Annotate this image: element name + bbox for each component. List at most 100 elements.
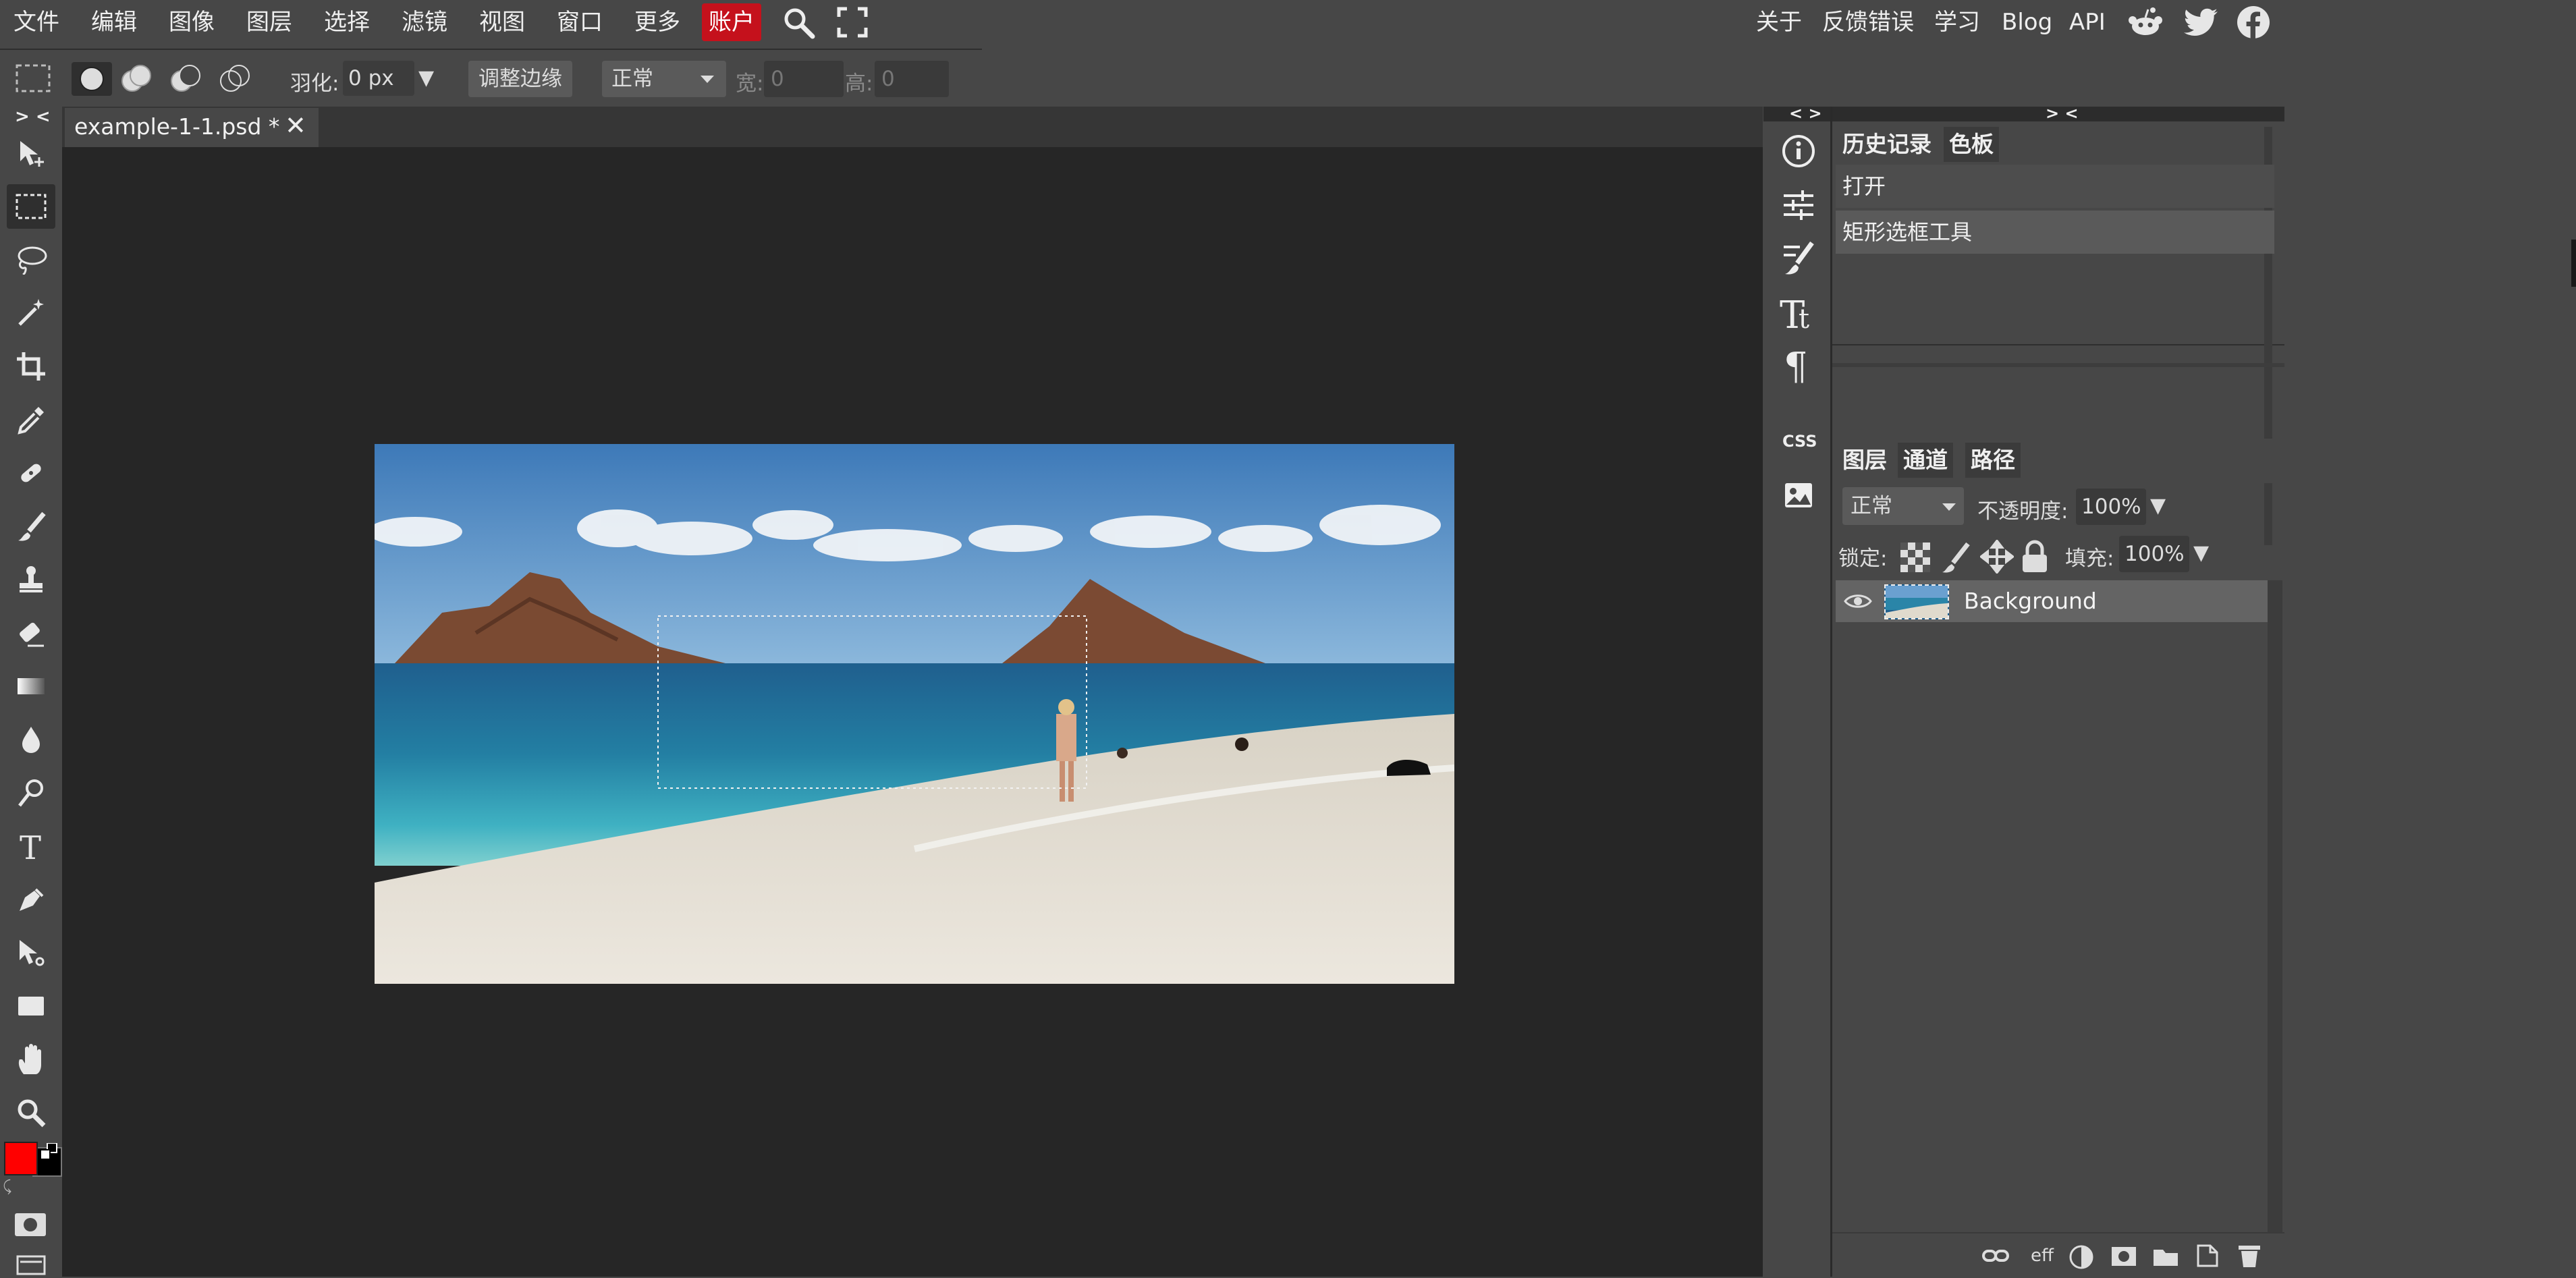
feather-dropdown-icon[interactable]: ▼ <box>418 66 434 90</box>
toolbar-collapse-toggle[interactable]: > < <box>15 107 51 127</box>
adjustments-icon[interactable] <box>1781 188 1816 223</box>
dock-collapse-toggle[interactable]: < > <box>1789 104 1822 123</box>
brush-tool-button[interactable] <box>7 504 55 549</box>
menu-blog[interactable]: Blog <box>2002 0 2052 45</box>
document-canvas-image[interactable] <box>375 444 1454 984</box>
menu-select[interactable]: 选择 <box>324 0 370 45</box>
twitter-icon[interactable] <box>2184 8 2219 36</box>
search-icon[interactable] <box>782 5 817 39</box>
menu-view[interactable]: 视图 <box>479 0 525 45</box>
move-tool-button[interactable] <box>7 131 55 175</box>
menu-about[interactable]: 关于 <box>1756 0 1802 45</box>
height-input[interactable]: 0 <box>875 61 949 97</box>
new-group-icon[interactable] <box>2152 1246 2179 1267</box>
blur-tool-button[interactable] <box>7 717 55 762</box>
tab-swatches[interactable]: 色板 <box>1944 127 1999 162</box>
healing-tool-button[interactable] <box>7 451 55 495</box>
type-tool-button[interactable]: T <box>7 824 55 868</box>
layer-thumbnail[interactable] <box>1884 584 1949 619</box>
tab-layers[interactable]: 图层 <box>1837 443 1892 478</box>
fill-input[interactable]: 100% <box>2119 536 2189 572</box>
character-panel-icon[interactable]: Tt <box>1780 293 1817 333</box>
screen-mode-icon[interactable] <box>16 1255 46 1275</box>
menu-layer[interactable]: 图层 <box>246 0 292 45</box>
menu-window[interactable]: 窗口 <box>557 0 603 45</box>
facebook-icon[interactable] <box>2237 5 2270 39</box>
swap-colors-icon[interactable]: ⤹ <box>3 1178 11 1195</box>
panel-splitter[interactable] <box>1832 363 2284 367</box>
lock-transparency-icon[interactable] <box>1900 543 1930 572</box>
pen-tool-button[interactable] <box>7 877 55 922</box>
adjustment-layer-icon[interactable] <box>2068 1244 2094 1270</box>
gradient-tool-button[interactable] <box>7 664 55 709</box>
fullscreen-icon[interactable] <box>837 7 868 38</box>
shape-tool-button[interactable] <box>7 984 55 1028</box>
layer-name[interactable]: Background <box>1964 580 2097 622</box>
link-layers-icon[interactable] <box>1982 1248 2009 1263</box>
menu-edit[interactable]: 编辑 <box>91 0 137 45</box>
fill-dropdown-icon[interactable]: ▼ <box>2193 541 2209 565</box>
info-icon[interactable] <box>1781 134 1816 169</box>
menu-filter[interactable]: 滤镜 <box>402 0 447 45</box>
default-colors-icon[interactable] <box>39 1143 59 1163</box>
menu-api[interactable]: API <box>2069 0 2106 45</box>
layers-scrollbar[interactable] <box>2268 580 2282 1232</box>
image-panel-icon[interactable] <box>1784 482 1813 509</box>
selection-subtract-button[interactable] <box>165 62 206 96</box>
lock-all-icon[interactable] <box>2021 540 2049 574</box>
selection-add-button[interactable] <box>116 62 157 96</box>
reddit-icon[interactable] <box>2127 7 2164 38</box>
menu-account[interactable]: 账户 <box>702 3 761 41</box>
tab-channels[interactable]: 通道 <box>1898 443 1953 478</box>
feather-input[interactable]: 0 px <box>343 61 414 96</box>
layer-effects-button[interactable]: eff <box>2031 1246 2054 1266</box>
hand-tool-button[interactable] <box>7 1037 55 1082</box>
layer-row[interactable]: Background <box>1836 580 2268 622</box>
css-panel-button[interactable]: CSS <box>1782 432 1817 451</box>
selection-new-button[interactable] <box>72 62 112 96</box>
clone-stamp-tool-button[interactable] <box>7 557 55 602</box>
layer-blend-mode-select[interactable]: 正常 <box>1842 487 1964 525</box>
opacity-dropdown-icon[interactable]: ▼ <box>2150 494 2166 518</box>
history-item-selected[interactable]: 矩形选框工具 <box>1836 211 2274 254</box>
path-select-tool-button[interactable] <box>7 930 55 975</box>
history-item[interactable]: 打开 <box>1836 165 2274 208</box>
lock-pixels-icon[interactable] <box>1941 541 1971 574</box>
opacity-input[interactable]: 100% <box>2076 489 2146 525</box>
eyedropper-icon <box>16 404 47 435</box>
menu-image[interactable]: 图像 <box>169 0 215 45</box>
crop-tool-button[interactable] <box>7 344 55 389</box>
menu-file[interactable]: 文件 <box>13 0 59 45</box>
panels-collapse-toggle[interactable]: > < <box>2046 104 2079 123</box>
width-input[interactable]: 0 <box>764 61 844 97</box>
delete-layer-icon[interactable] <box>2237 1243 2262 1269</box>
rect-select-tool-button[interactable] <box>7 184 55 229</box>
eye-icon[interactable] <box>1844 592 1872 610</box>
refine-edge-button[interactable]: 调整边缘 <box>468 61 572 97</box>
menu-learn[interactable]: 学习 <box>1934 0 1980 45</box>
selection-intersect-button[interactable] <box>215 62 255 96</box>
eraser-tool-button[interactable] <box>7 611 55 655</box>
marquee-tool-indicator-icon <box>15 63 51 93</box>
document-tab[interactable]: example-1-1.psd * ✕ <box>65 108 319 147</box>
tab-paths[interactable]: 路径 <box>1965 443 2021 478</box>
lasso-tool-button[interactable] <box>7 238 55 282</box>
tab-history[interactable]: 历史记录 <box>1837 127 1937 162</box>
magic-wand-tool-button[interactable] <box>7 291 55 335</box>
lock-position-icon[interactable] <box>1980 540 2014 574</box>
eyedropper-tool-button[interactable] <box>7 397 55 442</box>
paragraph-panel-icon[interactable]: ¶ <box>1782 345 1815 383</box>
style-select[interactable]: 正常 <box>602 61 726 97</box>
close-icon[interactable]: ✕ <box>285 111 306 140</box>
lock-label: 锁定: <box>1838 547 1888 571</box>
menu-report-bug[interactable]: 反馈错误 <box>1822 0 1914 45</box>
layer-mask-icon[interactable] <box>2110 1246 2137 1267</box>
zoom-tool-button[interactable] <box>7 1090 55 1135</box>
brush-settings-icon[interactable] <box>1781 239 1816 277</box>
opacity-label: 不透明度: <box>1977 499 2068 524</box>
foreground-color-swatch[interactable] <box>4 1142 38 1175</box>
dodge-tool-button[interactable] <box>7 771 55 815</box>
new-layer-icon[interactable] <box>2195 1243 2220 1269</box>
quick-mask-icon[interactable] <box>13 1212 47 1239</box>
menu-more[interactable]: 更多 <box>634 0 680 45</box>
